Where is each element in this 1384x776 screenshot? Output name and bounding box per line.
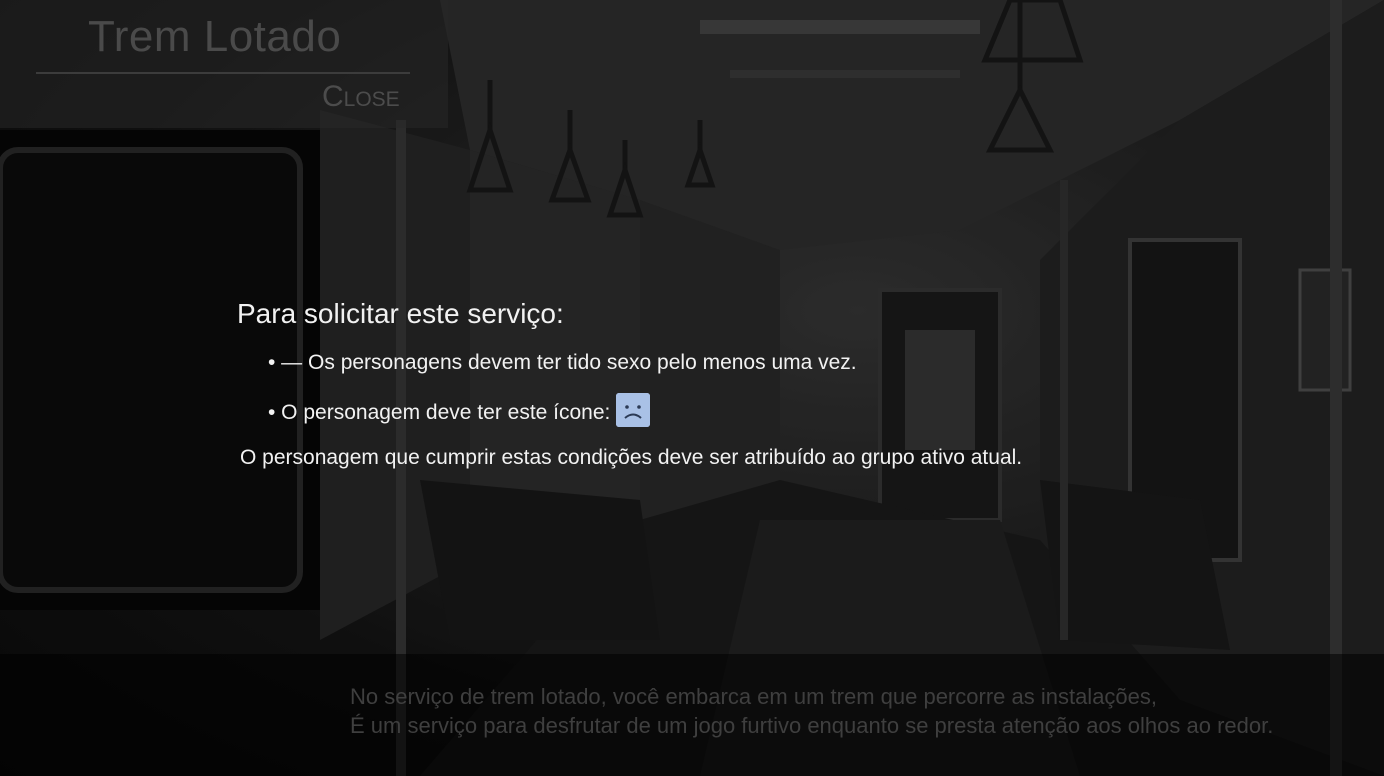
description-line-2: É um serviço para desfrutar de um jogo f… — [350, 713, 1274, 738]
requirement-item-label: • O personagem deve ter este ícone: — [268, 401, 611, 424]
title-panel: Trem Lotado Close — [0, 0, 448, 128]
page-title: Trem Lotado — [88, 12, 342, 61]
scene: Trem Lotado Close Para solicitar este se… — [0, 0, 1384, 776]
title-divider — [36, 72, 410, 74]
requirements-note: O personagem que cumprir estas condições… — [240, 446, 1023, 469]
requirement-item: • — Os personagens devem ter tido sexo p… — [268, 351, 857, 374]
requirements-heading: Para solicitar este serviço: — [237, 298, 564, 329]
close-button[interactable]: Close — [322, 80, 400, 113]
requirement-item-with-icon: • O personagem deve ter este ícone: — [268, 393, 651, 427]
description-line-1: No serviço de trem lotado, você embarca … — [350, 684, 1158, 709]
sad-face-icon — [616, 393, 651, 427]
